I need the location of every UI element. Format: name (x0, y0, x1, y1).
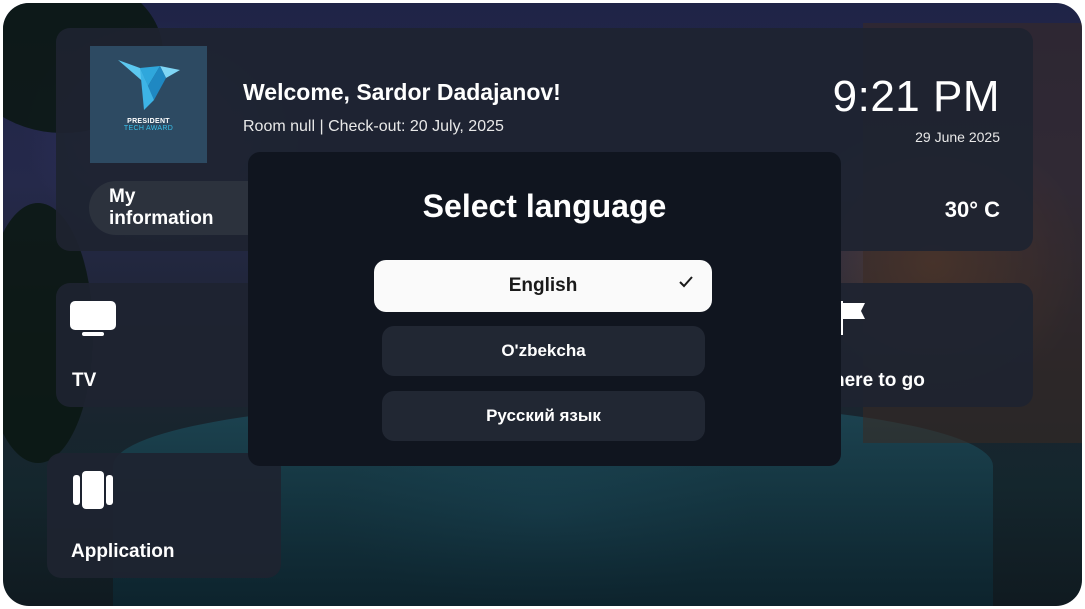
flag-icon (839, 301, 865, 335)
tile-tv-label: TV (72, 370, 97, 391)
language-option-label: O'zbekcha (501, 341, 586, 360)
temperature: 30° C (944, 197, 1000, 222)
room-info: Room null | Check-out: 20 July, 2025 (243, 118, 504, 135)
tile-application-label: Application (71, 541, 175, 562)
language-option-uzbek[interactable]: O'zbekcha (382, 326, 705, 376)
my-information-label: My information (109, 186, 214, 229)
language-option-russian[interactable]: Русский язык (382, 391, 705, 441)
language-option-label: Русский язык (486, 406, 601, 425)
welcome-text: Welcome, Sardor Dadajanov! (243, 79, 561, 105)
modal-title: Select language (422, 188, 667, 224)
language-modal: Select language English O'zbekcha Русски… (248, 152, 841, 466)
tv-icon (70, 301, 116, 336)
language-option-label: English (508, 275, 578, 296)
tv-screen: PRESIDENT TECH AWARD Welcome, Sardor Dad… (3, 3, 1082, 606)
president-tech-award-logo: PRESIDENT TECH AWARD (90, 46, 207, 163)
checkmark-icon (679, 276, 693, 288)
tile-where-to-go-label: here to go (833, 370, 925, 391)
clock-date: 29 June 2025 (915, 129, 1000, 145)
logo-line2: TECH AWARD (123, 125, 174, 132)
tile-application[interactable]: Application (47, 453, 281, 578)
logo-line1: PRESIDENT (127, 118, 170, 125)
bird-logo-icon (117, 60, 180, 110)
application-icon (73, 471, 113, 509)
language-option-english[interactable]: English (374, 260, 712, 312)
clock-time: 9:21 PM (832, 72, 1000, 121)
